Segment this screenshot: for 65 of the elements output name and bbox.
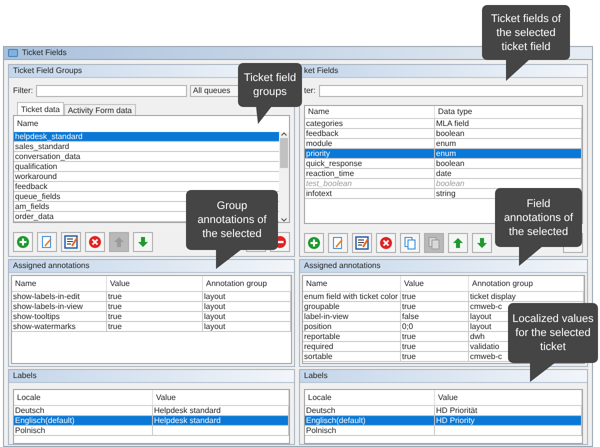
panel-title: Assigned annotations bbox=[304, 260, 380, 272]
table-cell: feedback bbox=[305, 129, 435, 138]
table-cell: true bbox=[107, 312, 203, 321]
panel-title: Ticket Field Groups bbox=[13, 65, 82, 77]
callout-tooltip: Group annotations of the selected bbox=[186, 190, 278, 250]
table-cell: ticket display bbox=[469, 292, 584, 301]
table-cell: test_boolean bbox=[305, 179, 435, 188]
table-cell: Helpdesk standard bbox=[153, 416, 289, 425]
table-cell: true bbox=[401, 352, 469, 361]
table-cell: true bbox=[401, 332, 469, 341]
callout-tooltip: Ticket fields of the selected ticket field bbox=[482, 5, 570, 60]
filter-label: ter: bbox=[304, 84, 316, 96]
table-cell: boolean bbox=[435, 159, 582, 168]
table-cell: HD Priorität bbox=[435, 406, 582, 415]
table-cell: categories bbox=[305, 119, 435, 128]
table-cell: enum field with ticket color bbox=[303, 292, 401, 301]
table-cell: label-in-view bbox=[303, 312, 401, 321]
panel-title: Labels bbox=[13, 370, 37, 382]
table-cell: reportable bbox=[303, 332, 401, 341]
table-cell: show-tooltips bbox=[12, 312, 107, 321]
table-cell: true bbox=[401, 292, 469, 301]
table-cell: HD Priority bbox=[435, 416, 582, 425]
table-cell: layout bbox=[203, 312, 291, 321]
table-cell: true bbox=[107, 302, 203, 311]
table-cell: priority bbox=[305, 149, 435, 158]
table-cell: Polnisch bbox=[305, 426, 435, 435]
table-cell: Helpdesk standard bbox=[153, 406, 289, 415]
table-cell: Deutsch bbox=[14, 406, 153, 415]
callout-tooltip: Ticket field groups bbox=[238, 63, 302, 107]
table-cell: show-labels-in-edit bbox=[12, 292, 107, 301]
table-cell: Englisch(default) bbox=[305, 416, 435, 425]
panel-title: ket Fields bbox=[304, 65, 338, 77]
table-cell: 0;0 bbox=[401, 322, 469, 331]
table-cell: true bbox=[401, 342, 469, 351]
table-cell: layout bbox=[203, 302, 291, 311]
table-cell: Polnisch bbox=[14, 426, 153, 435]
table-cell: true bbox=[107, 322, 203, 331]
callout-tooltip: Localized values for the selected ticket bbox=[508, 303, 598, 363]
panel-title: Assigned annotations bbox=[13, 260, 90, 272]
table-cell: MLA field bbox=[435, 119, 582, 128]
table-cell: false bbox=[401, 312, 469, 321]
table-cell: groupable bbox=[303, 302, 401, 311]
table-cell: quick_response bbox=[305, 159, 435, 168]
callout-tooltip: Field annotations of the selected bbox=[495, 188, 582, 247]
table-cell: layout bbox=[203, 322, 291, 331]
table-cell: sortable bbox=[303, 352, 401, 361]
table-cell: true bbox=[401, 302, 469, 311]
table-cell: Deutsch bbox=[305, 406, 435, 415]
table-cell: enum bbox=[435, 139, 582, 148]
table-cell: module bbox=[305, 139, 435, 148]
window-title: Ticket Fields bbox=[22, 47, 67, 59]
table-cell: position bbox=[303, 322, 401, 331]
table-cell: date bbox=[435, 169, 582, 178]
table-cell: enum bbox=[435, 149, 582, 158]
table-cell: show-labels-in-view bbox=[12, 302, 107, 311]
filter-label: Filter: bbox=[13, 84, 33, 96]
table-cell: Englisch(default) bbox=[14, 416, 153, 425]
table-cell: boolean bbox=[435, 129, 582, 138]
table-cell: layout bbox=[203, 292, 291, 301]
table-cell: true bbox=[107, 292, 203, 301]
table-cell: show-watermarks bbox=[12, 322, 107, 331]
table-cell: infotext bbox=[305, 189, 435, 198]
table-cell: required bbox=[303, 342, 401, 351]
table-cell: reaction_time bbox=[305, 169, 435, 178]
panel-title: Labels bbox=[304, 370, 328, 382]
